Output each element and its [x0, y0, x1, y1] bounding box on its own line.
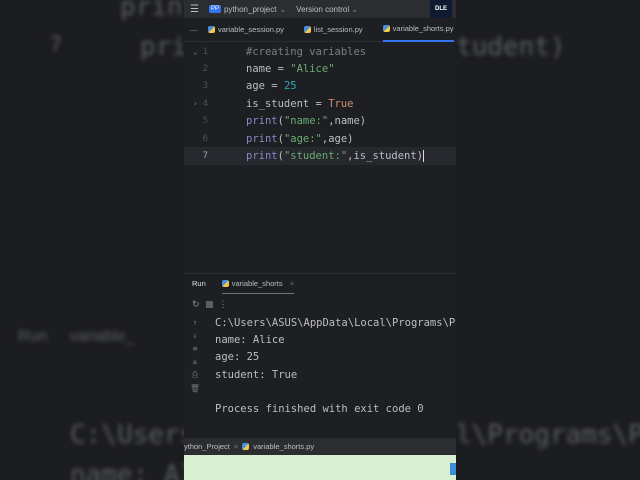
tab-label: variable_shorts.py — [392, 24, 454, 33]
chevron-right-icon[interactable]: › — [193, 99, 198, 108]
run-panel-header: Run variable_shorts × — [184, 273, 456, 294]
windows-icon[interactable] — [450, 463, 456, 475]
version-control-label: Version control — [296, 4, 350, 14]
code-line: 3 age = 25 — [184, 78, 456, 95]
run-toolbar: ↻ ⋮ — [184, 295, 456, 313]
breadcrumb-project[interactable]: Python_Project — [184, 442, 230, 451]
tab-variable-session[interactable]: variable_session.py — [208, 18, 284, 42]
tab-list-session[interactable]: list_session.py — [303, 18, 363, 42]
stop-icon[interactable] — [205, 300, 213, 308]
chevron-down-icon: ⌄ — [279, 4, 287, 14]
code-line: 6 print("age:",age) — [184, 130, 456, 147]
blurred-code: print — [120, 0, 184, 22]
code-text: print("name:",name) — [246, 115, 367, 128]
code-line: › 4 is_student = True — [184, 95, 456, 112]
collapse-icon[interactable]: — — [190, 25, 198, 34]
blurred-background-right: tudent) l\Programs\Py — [456, 0, 640, 480]
print-icon[interactable]: ⎙ — [192, 370, 198, 380]
title-bar: ☰ PP python_project ⌄ Version control ⌄ … — [184, 0, 456, 18]
tab-label: variable_session.py — [218, 25, 284, 34]
code-text: #creating variables — [246, 45, 367, 58]
console-side-toolbar: ↑ ↓ ≡ ⇊ ⎙ 🗑 — [184, 314, 206, 438]
editor-tabs: — variable_session.py list_session.py va… — [184, 18, 456, 42]
scroll-to-end-icon[interactable]: ⇊ — [193, 357, 198, 366]
python-file-icon — [242, 443, 250, 450]
chevron-down-icon: ⌄ — [351, 4, 359, 14]
python-file-icon — [303, 26, 311, 33]
python-file-icon — [382, 25, 390, 32]
blurred-background-left: print 7 pri Run variable_ C:\Users name:… — [0, 0, 184, 480]
main-menu-icon[interactable]: ☰ — [190, 4, 199, 15]
line-number: 7 — [202, 151, 208, 162]
taskbar — [184, 455, 456, 480]
code-editor[interactable]: ⌄ 1 #creating variables 2 name = "Alice" 3 a… — [184, 43, 456, 270]
code-line: 2 name = "Alice" — [184, 60, 456, 77]
breadcrumb-separator: > — [233, 442, 239, 451]
arrow-up-icon[interactable]: ↑ — [193, 318, 198, 327]
console-line: Process finished with exit code 0 — [215, 403, 424, 415]
line-number: 4 — [202, 98, 208, 109]
channel-logo: DLE — [430, 0, 452, 18]
trash-icon[interactable]: 🗑 — [190, 384, 200, 393]
breadcrumb-file[interactable]: variable_shorts.py — [253, 442, 314, 451]
pycharm-window: ☰ PP python_project ⌄ Version control ⌄ … — [184, 0, 456, 480]
code-line: 5 print("name:",name) — [184, 113, 456, 130]
console-line: name: Alice — [215, 334, 285, 346]
run-title: Run — [192, 279, 206, 288]
rerun-icon[interactable]: ↻ — [192, 299, 200, 310]
soft-wrap-icon[interactable]: ≡ — [193, 344, 198, 353]
code-text: print("age:",age) — [246, 132, 354, 145]
code-text: is_student = True — [246, 97, 354, 110]
code-text: age = 25 — [246, 80, 297, 93]
run-tab-label: variable_shorts — [231, 278, 283, 288]
code-line-current: 7 print("student:",is_student) — [184, 147, 456, 165]
tab-variable-shorts[interactable]: variable_shorts.py — [382, 18, 454, 42]
line-number: 1 — [202, 46, 208, 57]
line-number: 3 — [202, 81, 208, 92]
breadcrumb: Python_Project > variable_shorts.py — [184, 438, 456, 455]
python-file-icon — [208, 26, 215, 33]
line-number: 2 — [202, 64, 208, 75]
code-text: print("student:",is_student) — [246, 150, 425, 163]
arrow-down-icon[interactable]: ↓ — [193, 331, 198, 340]
version-control-menu[interactable]: Version control ⌄ — [296, 5, 358, 14]
line-number: 6 — [202, 133, 208, 144]
more-options-icon[interactable]: ⋮ — [219, 299, 228, 310]
project-badge: PP — [208, 5, 221, 13]
fold-icon[interactable]: ⌄ — [193, 47, 198, 56]
console-line: C:\Users\ASUS\AppData\Local\Programs\Py — [215, 317, 456, 329]
console-line: age: 25 — [215, 351, 260, 363]
console-output[interactable]: ↑ ↓ ≡ ⇊ ⎙ 🗑 C:\Users\ASUS\AppData\Local\… — [184, 314, 456, 438]
console-line: student: True — [215, 369, 298, 381]
python-file-icon — [221, 279, 229, 287]
close-icon[interactable]: × — [290, 279, 294, 288]
run-tab-variable-shorts[interactable]: variable_shorts × — [221, 274, 295, 294]
project-name: python_project — [223, 4, 277, 14]
tab-label: list_session.py — [313, 25, 363, 34]
project-selector[interactable]: PP python_project ⌄ — [208, 4, 287, 14]
code-line: ⌄ 1 #creating variables — [184, 43, 456, 60]
line-number: 5 — [202, 116, 208, 127]
code-text: name = "Alice" — [246, 63, 335, 76]
